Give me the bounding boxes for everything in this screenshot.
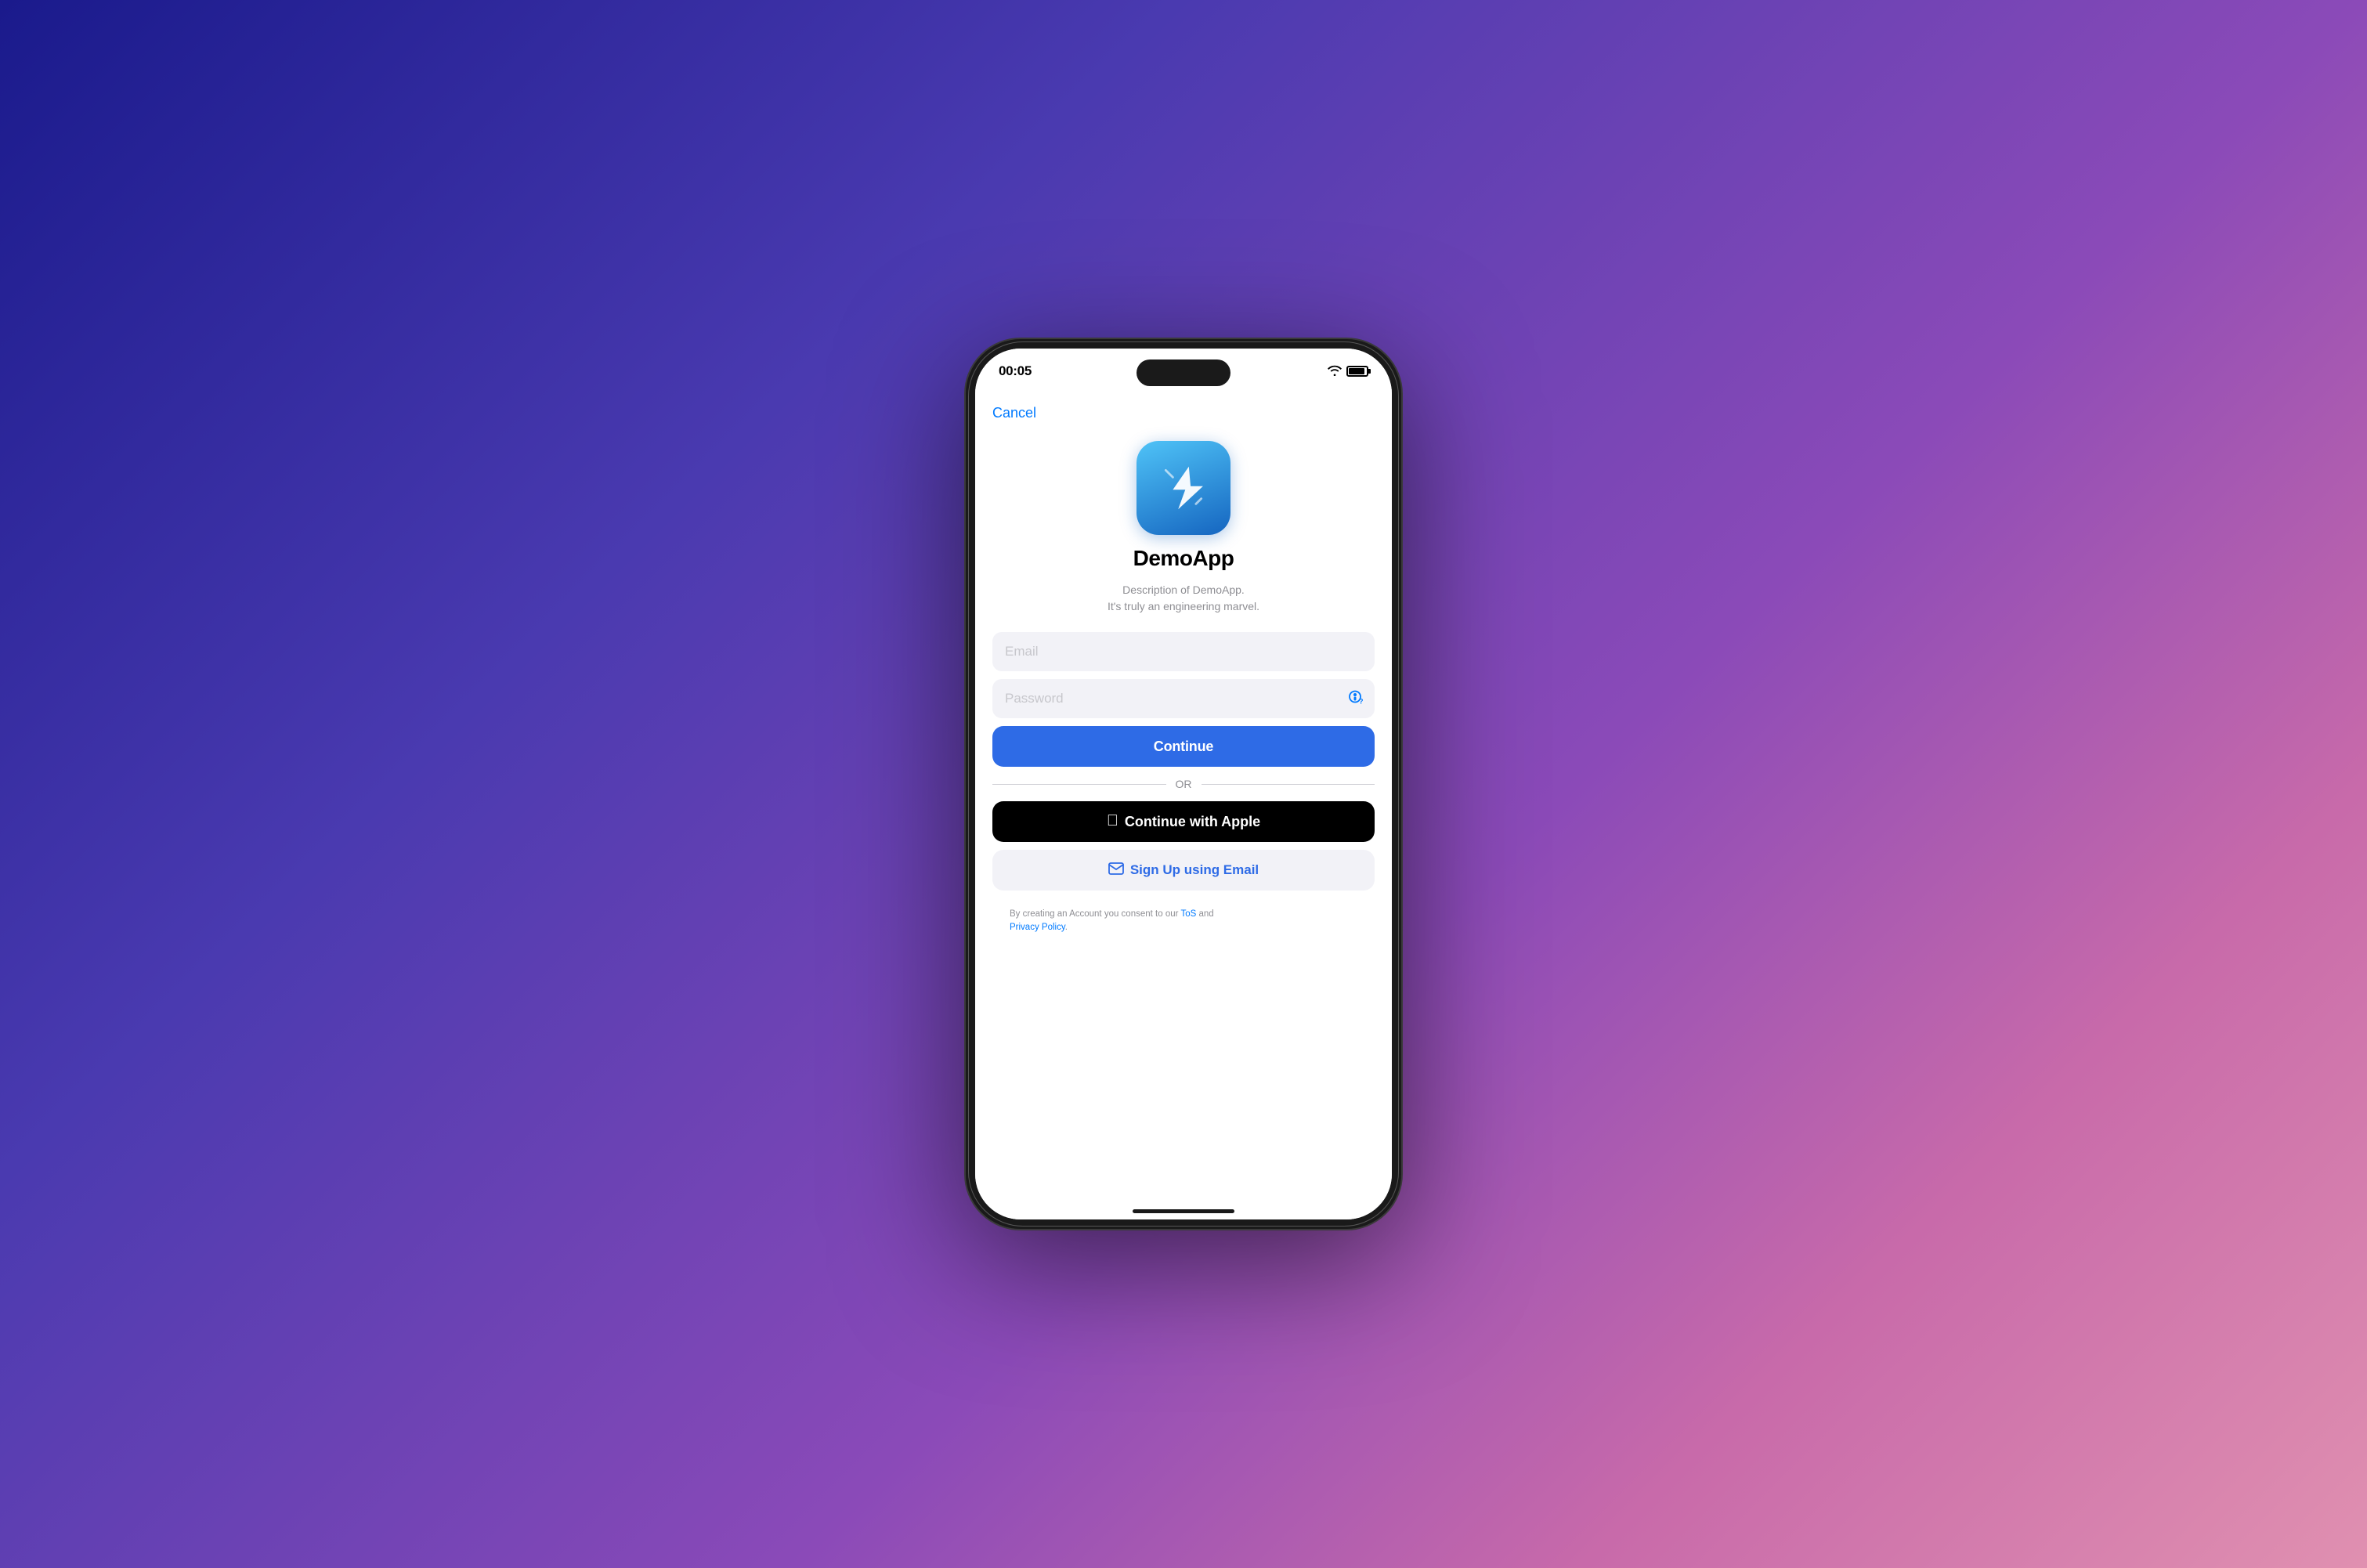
battery-icon bbox=[1346, 366, 1368, 377]
cancel-button[interactable]: Cancel bbox=[992, 405, 1036, 421]
divider-right bbox=[1202, 784, 1375, 785]
app-icon-section: DemoApp Description of DemoApp. It's tru… bbox=[975, 394, 1392, 615]
signup-email-label: Sign Up using Email bbox=[1130, 862, 1259, 878]
phone-screen: 00:05 Cancel bbox=[975, 349, 1392, 1219]
password-wrapper: ? bbox=[992, 679, 1375, 718]
apple-logo-icon:  bbox=[1107, 813, 1118, 829]
password-input[interactable] bbox=[992, 679, 1375, 718]
footer-text: By creating an Account you consent to ou… bbox=[992, 898, 1375, 935]
apple-signin-button[interactable]:  Continue with Apple bbox=[992, 801, 1375, 842]
email-input[interactable] bbox=[992, 632, 1375, 671]
apple-button-label: Continue with Apple bbox=[1125, 814, 1260, 830]
dynamic-island bbox=[1137, 359, 1230, 386]
lightning-icon bbox=[1157, 461, 1210, 515]
status-time: 00:05 bbox=[999, 363, 1032, 379]
continue-button[interactable]: Continue bbox=[992, 726, 1375, 767]
email-envelope-icon bbox=[1108, 862, 1124, 879]
tos-link[interactable]: ToS bbox=[1180, 909, 1196, 919]
or-divider: OR bbox=[992, 775, 1375, 793]
home-indicator bbox=[1133, 1209, 1234, 1213]
app-icon bbox=[1137, 441, 1230, 535]
password-hint-icon: ? bbox=[1346, 690, 1364, 708]
wifi-icon bbox=[1328, 365, 1342, 378]
privacy-policy-link[interactable]: Privacy Policy bbox=[1010, 923, 1065, 932]
divider-left bbox=[992, 784, 1166, 785]
phone-device: 00:05 Cancel bbox=[964, 338, 1403, 1230]
or-text: OR bbox=[1176, 778, 1192, 790]
svg-text:?: ? bbox=[1359, 698, 1364, 704]
form-section: ? Continue OR  Continue with Apple bbox=[975, 615, 1392, 935]
status-icons bbox=[1328, 365, 1368, 378]
app-name: DemoApp bbox=[1133, 546, 1234, 571]
signup-email-button[interactable]: Sign Up using Email bbox=[992, 850, 1375, 891]
screen-content: Cancel DemoApp Description of DemoApp. I… bbox=[975, 394, 1392, 1219]
app-description: Description of DemoApp. It's truly an en… bbox=[1108, 582, 1259, 615]
